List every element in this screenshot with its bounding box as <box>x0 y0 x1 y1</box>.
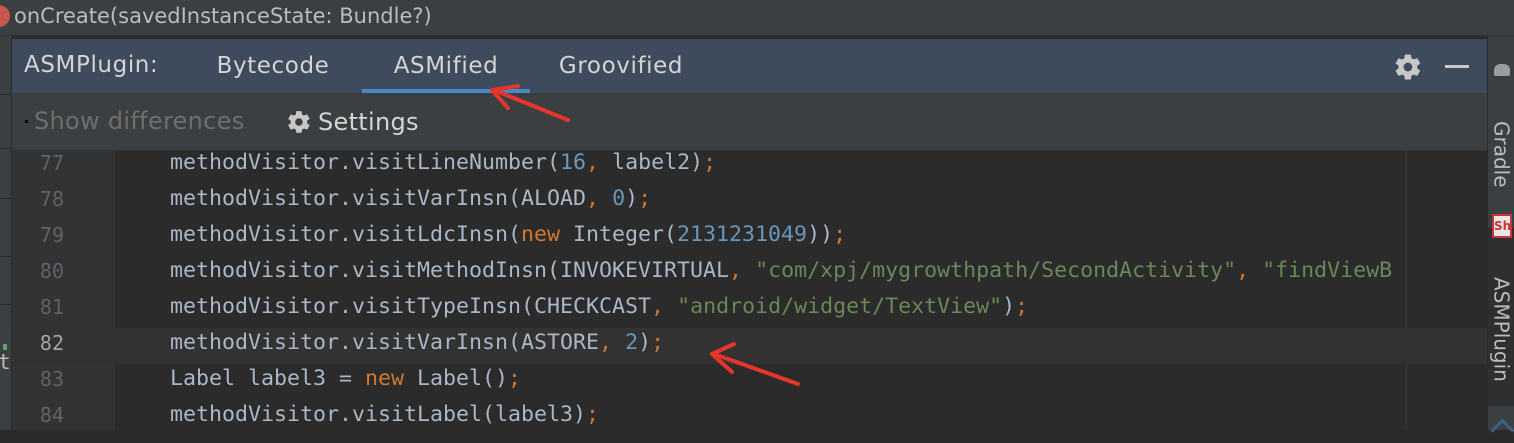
tool-tab-asmplugin[interactable]: ASMPlugin <box>1488 228 1514 406</box>
annotation-arrow-tab <box>490 84 570 122</box>
tab-bytecode[interactable]: Bytecode <box>198 39 348 93</box>
line-number: 84 <box>39 403 64 427</box>
code-text: methodVisitor.visitMethodInsn(INVOKEVIRT… <box>170 258 1393 283</box>
settings-label: Settings <box>318 108 419 136</box>
code-line[interactable]: 80 methodVisitor.visitMethodInsn(INVOKEVI… <box>12 256 1487 292</box>
code-line[interactable]: 84 methodVisitor.visitLabel(label3); <box>12 400 1487 430</box>
gradle-label: Gradle <box>1489 120 1514 188</box>
code-text: Label label3 = new Label(); <box>170 366 522 391</box>
tool-tab-gradle[interactable]: Gradle <box>1488 64 1514 214</box>
show-differences-button[interactable]: Show differences <box>34 107 245 135</box>
code-line[interactable]: 78 methodVisitor.visitVarInsn(ALOAD, 0); <box>12 184 1487 220</box>
line-number: 82 <box>39 331 64 355</box>
tool-window-title: ASMPlugin: <box>24 52 159 78</box>
left-tool-stripe: t <box>0 36 12 430</box>
breadcrumb-method[interactable]: onCreate(savedInstanceState: Bundle?) <box>14 4 432 28</box>
code-text: methodVisitor.visitTypeInsn(CHECKCAST, "… <box>170 294 1029 319</box>
toolbar-dot <box>25 120 28 123</box>
asmplugin-label: ASMPlugin <box>1489 276 1514 382</box>
method-icon <box>0 5 10 27</box>
line-number: 80 <box>39 259 64 283</box>
tool-window-header: ASMPlugin: Bytecode ASMified Groovified <box>12 39 1487 93</box>
annotation-arrow-line <box>710 342 800 386</box>
line-number: 81 <box>39 295 64 319</box>
line-number: 79 <box>39 223 64 247</box>
code-text: methodVisitor.visitVarInsn(ASTORE, 2); <box>170 330 665 355</box>
chevron-icon[interactable] <box>1490 418 1514 443</box>
settings-button[interactable]: Settings <box>286 106 419 138</box>
minimize-button[interactable] <box>1441 51 1473 81</box>
code-line[interactable]: 79 methodVisitor.visitLdcInsn(new Integer… <box>12 220 1487 256</box>
minimize-icon <box>1445 65 1469 68</box>
code-line[interactable]: 81 methodVisitor.visitTypeInsn(CHECKCAST,… <box>12 292 1487 328</box>
breadcrumb[interactable]: onCreate(savedInstanceState: Bundle?) <box>0 0 1514 36</box>
code-line[interactable]: 77 methodVisitor.visitLineNumber(16, labe… <box>12 151 1487 184</box>
code-text: methodVisitor.visitVarInsn(ALOAD, 0); <box>170 186 652 211</box>
left-strip-glyph: t <box>0 350 11 374</box>
code-text: methodVisitor.visitLabel(label3); <box>170 402 600 427</box>
asmplugin-icon: Sh <box>1492 214 1512 238</box>
line-number: 78 <box>39 187 64 211</box>
settings-gear-icon <box>288 111 310 133</box>
code-text: methodVisitor.visitLdcInsn(new Integer(2… <box>170 222 847 247</box>
gear-icon[interactable] <box>1393 52 1423 82</box>
line-number: 77 <box>39 151 64 175</box>
line-number: 83 <box>39 367 64 391</box>
code-text: methodVisitor.visitLineNumber(16, label2… <box>170 151 717 175</box>
toolbar: Show differences Settings <box>12 93 1487 151</box>
right-tool-stripe: Gradle ASMPlugin Sh <box>1487 36 1514 443</box>
